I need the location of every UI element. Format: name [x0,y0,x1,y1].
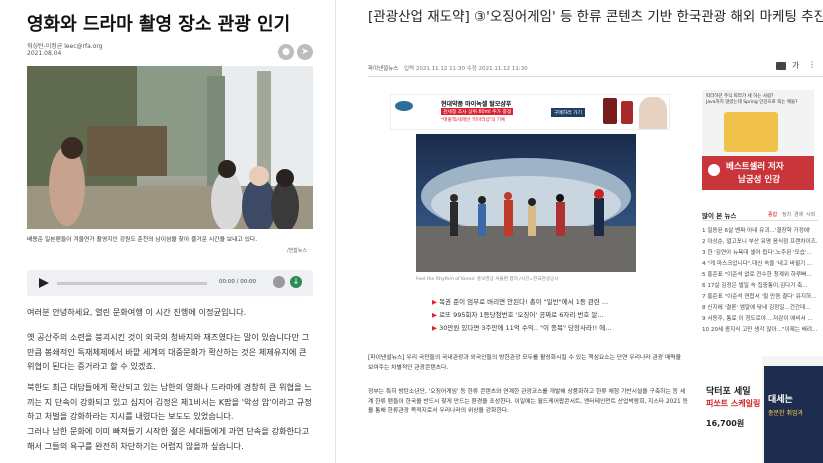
right-body-paragraph-2: 정부는 특히 방탄소년단, '오징어게임' 등 한류 콘텐츠와 연계한 관광코스… [368,389,688,414]
messenger-share-icon[interactable]: ● [278,44,294,60]
share-icon[interactable]: ➤ [297,44,313,60]
side-ad-illustration [724,112,778,152]
related-link[interactable]: ▶ 목권 준이 엄부로 버리면 안된다! 총이 "일반"에서 1등 관련 ... [432,296,608,306]
photo-credit: /연합뉴스 [287,248,308,254]
side-ad-line2: Java하지 않았는데 Spring 인강으로 죽는 애들? [706,100,798,105]
source-name: 파이낸셜뉴스 [368,66,399,72]
left-article: 영화와 드라마 촬영 장소 관광 인기 워싱턴-이정균 leec@rfa.org… [0,0,330,463]
ad-banner[interactable]: 현대약품 마이녹셀 탈모샴푸 관세청 조사 상위 60ml 추가 증정 *매출액… [390,94,670,130]
hero-caption: Feel the Rhythm of Korea' 홍보영상 서울편 캡처 /사… [416,277,559,282]
paragraph-2: 옛 공산주의 소련을 붕괴시킨 것이 외국의 청바지와 재즈였다는 말이 있습니… [27,332,310,371]
popular-item[interactable]: 5 홍준표 "이준석 없로 전수한 청계위 하루빠... [702,270,818,278]
right-body-paragraph-1: [파이낸셜뉴스] 우리 국민들의 국내관광과 외국인들의 방한관광 모두를 활성… [368,355,681,371]
side-ad-banner: 베스트셀러 저자 남궁성 인강 [702,156,814,190]
bottom-ad[interactable]: 닥터포 세일 피쏘트 스케일링 16,700원 대세는 충분한 취업과 [702,356,823,463]
tab-general[interactable]: 종합 [768,211,777,218]
play-icon[interactable] [39,278,49,288]
print-icon[interactable] [776,62,786,70]
product-bottle-icon [603,98,617,124]
ad-cta-button[interactable]: 구매하러 가기 [551,108,586,117]
side-ad[interactable]: 따라하던 주식 따라가 세 하는 사람? Java하지 않았는데 Spring … [702,90,814,190]
left-article-photo [27,66,313,229]
related-link-text: 목권 준이 엄부로 버리면 안된다! 총이 "일반"에서 1등 관련 ... [439,298,609,306]
popular-item[interactable]: 2 이상순, 얼고포니 부산 유명 음식점 프랜차이즈... [702,237,818,245]
popular-item[interactable]: 4 "게 마스크입니다".대신 속을 '내고 바뀔기 ... [702,259,818,267]
bottom-ad-right-line1: 대세는 [768,395,793,405]
bottom-ad-right-line2: 충분한 취업과 [768,410,804,417]
tab-society[interactable]: 사회 [806,211,815,218]
side-ad-banner-subtitle: 남궁성 인강 [738,175,781,185]
related-link[interactable]: ▶ 로또 995회차 1등당첨번호 '오징어' 공짜로 6자리 번호 알... [432,309,604,319]
related-link[interactable]: ▶ 30만원 있다면 3주만에 11억 수익.. "이 종목" 당장사라!! 에… [432,322,611,332]
photo-caption: 배용준 일본팬들이 겨울연가 촬영지인 강원도 춘천의 남이섬을 찾아 즐거운 … [27,237,258,243]
popular-item[interactable]: 6 17살 김정은 벌일 속 집중통이,김다기 축... [702,281,818,289]
bottom-ad-left: 닥터포 세일 피쏘트 스케일링 16,700원 [702,356,762,463]
left-article-title: 영화와 드라마 촬영 장소 관광 인기 [27,14,291,35]
audio-player: 00:00 / 00:00 ↓ [27,270,313,296]
popular-item[interactable]: 10 20세 종지식 고민 생각 많아..."이제는 배려... [702,325,818,333]
right-article-title: [관광산업 재도약] ③'오징어게임' 등 한류 콘텐츠 기반 한국관광 해외 … [368,9,823,25]
ad-brand: 현대약품 마이녹셀 탈모샴푸 [441,101,512,108]
bottom-ad-price: 16,700원 [706,419,745,428]
timestamps: 입력 2021.11.12 11:30 수정 2021.11.12 11:30 [404,66,528,72]
ad-line1: 관세청 조사 상위 60ml 추가 증정 [441,108,514,115]
audio-progress-bar[interactable] [57,282,207,285]
ad-line2: *매출액/세제반 '피아라샵'의 기록 [441,118,506,123]
left-byline: 워싱턴-이정균 leec@rfa.org [27,43,103,50]
model-photo [639,97,667,129]
badge-icon [708,164,720,176]
popular-item[interactable]: 1 밀동된 6살 벤짜 아내 유괴...'결장학 가정에' [702,226,818,234]
panel-divider [335,0,336,463]
volume-icon[interactable] [273,276,285,288]
popular-rule [702,220,818,221]
font-size-increase-icon[interactable]: ⋮ [808,60,816,69]
popular-item[interactable]: 7 홍준표 "이준석 연합서 '될 만큼 결다' 유지하... [702,292,818,300]
bottom-ad-line1: 닥터포 세일 [706,387,751,397]
related-link-text: 30만원 있다면 3주만에 11억 수익.. "이 종목" 당장사라!! 에..… [439,324,612,332]
ad-logo-icon [395,101,413,111]
popular-item[interactable]: 9 서동주, 통료 이 정도로야....저감이 애비서 ... [702,314,818,322]
tab-economy[interactable]: 경제 [794,211,803,218]
popular-item[interactable]: 3 한 '김연아 뉴욕대 셀어 됩다',노주된 '모습'... [702,248,818,256]
download-icon[interactable]: ↓ [290,276,302,288]
font-size-button[interactable]: 가 [792,60,799,71]
header-rule [368,76,823,77]
product-bottle-icon [621,101,633,124]
hero-image [416,134,636,272]
audio-time: 00:00 / 00:00 [219,279,257,285]
paragraph-4: 그러나 남한 문화에 이미 빠져들기 시작한 젊은 세대들에게 과연 단속을 강… [27,426,310,451]
side-ad-banner-title: 베스트셀러 저자 [726,162,784,172]
paragraph-3: 북한도 최근 대담들에게 확산되고 있는 남한의 영화나 드라마에 경창히 큰 … [27,382,312,421]
right-article: [관광산업 재도약] ③'오징어게임' 등 한류 콘텐츠 기반 한국관광 해외 … [340,0,823,463]
popular-item[interactable]: 8 신지에 '결론' 엠알에 닦네 김정일...건간데... [702,303,818,311]
left-date: 2021.08.04 [27,50,62,57]
tab-politics[interactable]: 정치 [782,211,791,218]
bottom-ad-right: 대세는 충분한 취업과 [764,366,823,463]
related-link-text: 로또 995회차 1등당첨번호 '오징어' 공짜로 6자리 번호 알... [439,311,604,319]
paragraph-intro: 여러분 안녕하세요, 열린 문화여행 이 시간 진행에 이정균입니다. [27,307,247,317]
popular-news-title: 많이 본 뉴스 [702,212,737,220]
bottom-ad-line2: 피쏘트 스케일링 [706,399,761,408]
